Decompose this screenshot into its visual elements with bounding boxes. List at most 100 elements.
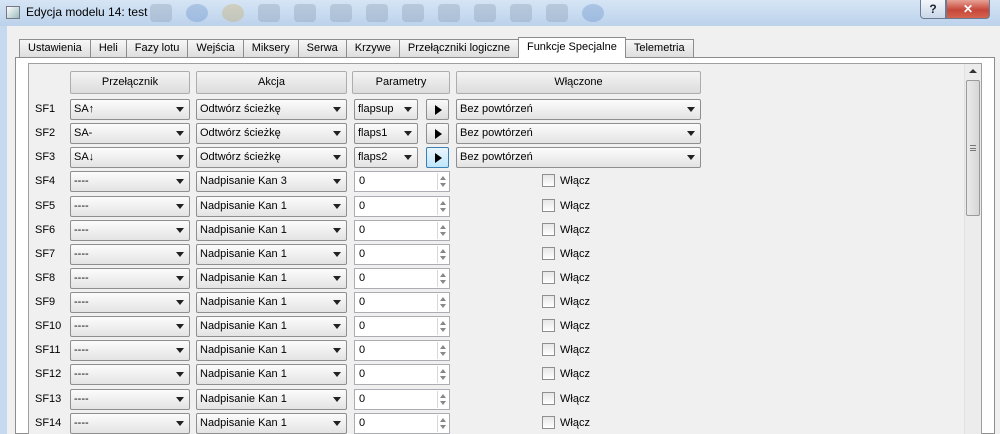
spin-up-icon[interactable]: [440, 297, 446, 301]
enable-checkbox-label[interactable]: Włącz: [560, 200, 590, 212]
spin-buttons[interactable]: [437, 221, 448, 239]
spin-buttons[interactable]: [437, 366, 448, 384]
vertical-scrollbar[interactable]: [964, 64, 981, 434]
enable-checkbox[interactable]: [542, 367, 555, 381]
switch-select[interactable]: ----: [70, 267, 190, 289]
action-select[interactable]: Odtwórz ścieżkę: [196, 123, 347, 145]
tab-6[interactable]: Krzywe: [345, 39, 400, 57]
spin-up-icon[interactable]: [440, 393, 446, 398]
enable-checkbox[interactable]: [542, 222, 555, 236]
spin-down-icon[interactable]: [440, 255, 446, 260]
action-select[interactable]: Nadpisanie Kan 1: [196, 267, 347, 289]
action-select[interactable]: Odtwórz ścieżkę: [196, 99, 347, 120]
enable-checkbox-label[interactable]: Włącz: [560, 175, 590, 187]
value-spinbox[interactable]: 0: [354, 171, 450, 193]
spin-up-icon[interactable]: [440, 224, 446, 229]
scroll-up-arrow-icon[interactable]: [969, 69, 977, 73]
enable-checkbox[interactable]: [542, 270, 555, 284]
title-bar[interactable]: Edycja modelu 14: test ? ✕: [0, 0, 1000, 26]
value-spinbox[interactable]: 0: [354, 219, 450, 241]
track-select[interactable]: flaps1: [354, 123, 418, 145]
enable-checkbox-label[interactable]: Włącz: [560, 417, 590, 429]
enable-checkbox-label[interactable]: Włącz: [560, 393, 590, 405]
spin-up-icon[interactable]: [440, 176, 446, 181]
track-select[interactable]: flaps2: [354, 147, 418, 169]
value-spinbox[interactable]: 0: [354, 195, 450, 217]
value-spinbox[interactable]: 0: [354, 267, 450, 289]
action-select[interactable]: Nadpisanie Kan 3: [196, 171, 347, 193]
close-button[interactable]: ✕: [946, 0, 990, 19]
action-select[interactable]: Nadpisanie Kan 1: [196, 243, 347, 265]
spin-down-icon[interactable]: [440, 304, 446, 308]
tab-1[interactable]: Heli: [89, 39, 127, 57]
enable-checkbox-label[interactable]: Włącz: [560, 320, 590, 332]
spin-buttons[interactable]: [437, 414, 448, 432]
switch-select[interactable]: ----: [70, 364, 190, 386]
tab-8[interactable]: Funkcje Specjalne: [517, 37, 626, 58]
enable-checkbox[interactable]: [542, 174, 555, 188]
action-select[interactable]: Nadpisanie Kan 1: [196, 388, 347, 410]
action-select[interactable]: Nadpisanie Kan 1: [196, 195, 347, 217]
spin-buttons[interactable]: [437, 390, 448, 408]
spin-buttons[interactable]: [437, 173, 448, 191]
enable-checkbox[interactable]: [542, 198, 555, 212]
value-spinbox[interactable]: 0: [354, 388, 450, 410]
switch-select[interactable]: ----: [70, 171, 190, 193]
value-spinbox[interactable]: 0: [354, 316, 450, 338]
enable-checkbox-label[interactable]: Włącz: [560, 224, 590, 236]
switch-select[interactable]: ----: [70, 412, 190, 434]
help-button[interactable]: ?: [920, 0, 946, 19]
switch-select[interactable]: SA↓: [70, 147, 190, 169]
repeat-select[interactable]: Bez powtórzeń: [456, 147, 701, 169]
spin-up-icon[interactable]: [440, 345, 446, 350]
switch-select[interactable]: ----: [70, 316, 190, 338]
spin-buttons[interactable]: [437, 269, 448, 287]
spin-buttons[interactable]: [437, 245, 448, 263]
action-select[interactable]: Odtwórz ścieżkę: [196, 147, 347, 169]
spin-down-icon[interactable]: [440, 424, 446, 429]
play-button[interactable]: [426, 123, 449, 145]
tab-9[interactable]: Telemetria: [624, 39, 694, 57]
spin-up-icon[interactable]: [440, 321, 446, 326]
spin-up-icon[interactable]: [440, 200, 446, 205]
scroll-thumb[interactable]: [966, 80, 980, 216]
tab-5[interactable]: Serwa: [297, 39, 347, 57]
spin-buttons[interactable]: [437, 294, 448, 311]
spin-down-icon[interactable]: [440, 352, 446, 357]
spin-buttons[interactable]: [437, 197, 448, 215]
tab-2[interactable]: Fazy lotu: [125, 39, 189, 57]
spin-up-icon[interactable]: [440, 248, 446, 253]
switch-select[interactable]: ----: [70, 195, 190, 217]
action-select[interactable]: Nadpisanie Kan 1: [196, 364, 347, 386]
play-button[interactable]: [426, 99, 449, 120]
switch-select[interactable]: SA↑: [70, 99, 190, 120]
value-spinbox[interactable]: 0: [354, 364, 450, 386]
track-select[interactable]: flapsup: [354, 99, 418, 120]
enable-checkbox-label[interactable]: Włącz: [560, 344, 590, 356]
enable-checkbox[interactable]: [542, 246, 555, 260]
spin-buttons[interactable]: [437, 342, 448, 360]
action-select[interactable]: Nadpisanie Kan 1: [196, 316, 347, 338]
spin-down-icon[interactable]: [440, 279, 446, 284]
tab-4[interactable]: Miksery: [242, 39, 299, 57]
enable-checkbox[interactable]: [542, 295, 555, 308]
repeat-select[interactable]: Bez powtórzeń: [456, 123, 701, 145]
enable-checkbox-label[interactable]: Włącz: [560, 296, 590, 308]
enable-checkbox-label[interactable]: Włącz: [560, 272, 590, 284]
value-spinbox[interactable]: 0: [354, 340, 450, 362]
enable-checkbox[interactable]: [542, 391, 555, 405]
action-select[interactable]: Nadpisanie Kan 1: [196, 219, 347, 241]
enable-checkbox-label[interactable]: Włącz: [560, 368, 590, 380]
switch-select[interactable]: ----: [70, 243, 190, 265]
spin-down-icon[interactable]: [440, 207, 446, 212]
action-select[interactable]: Nadpisanie Kan 1: [196, 412, 347, 434]
switch-select[interactable]: ----: [70, 292, 190, 313]
enable-checkbox-label[interactable]: Włącz: [560, 248, 590, 260]
tab-7[interactable]: Przełączniki logiczne: [398, 39, 519, 57]
spin-down-icon[interactable]: [440, 400, 446, 405]
switch-select[interactable]: SA-: [70, 123, 190, 145]
value-spinbox[interactable]: 0: [354, 412, 450, 434]
action-select[interactable]: Nadpisanie Kan 1: [196, 340, 347, 362]
spin-down-icon[interactable]: [440, 231, 446, 236]
switch-select[interactable]: ----: [70, 219, 190, 241]
